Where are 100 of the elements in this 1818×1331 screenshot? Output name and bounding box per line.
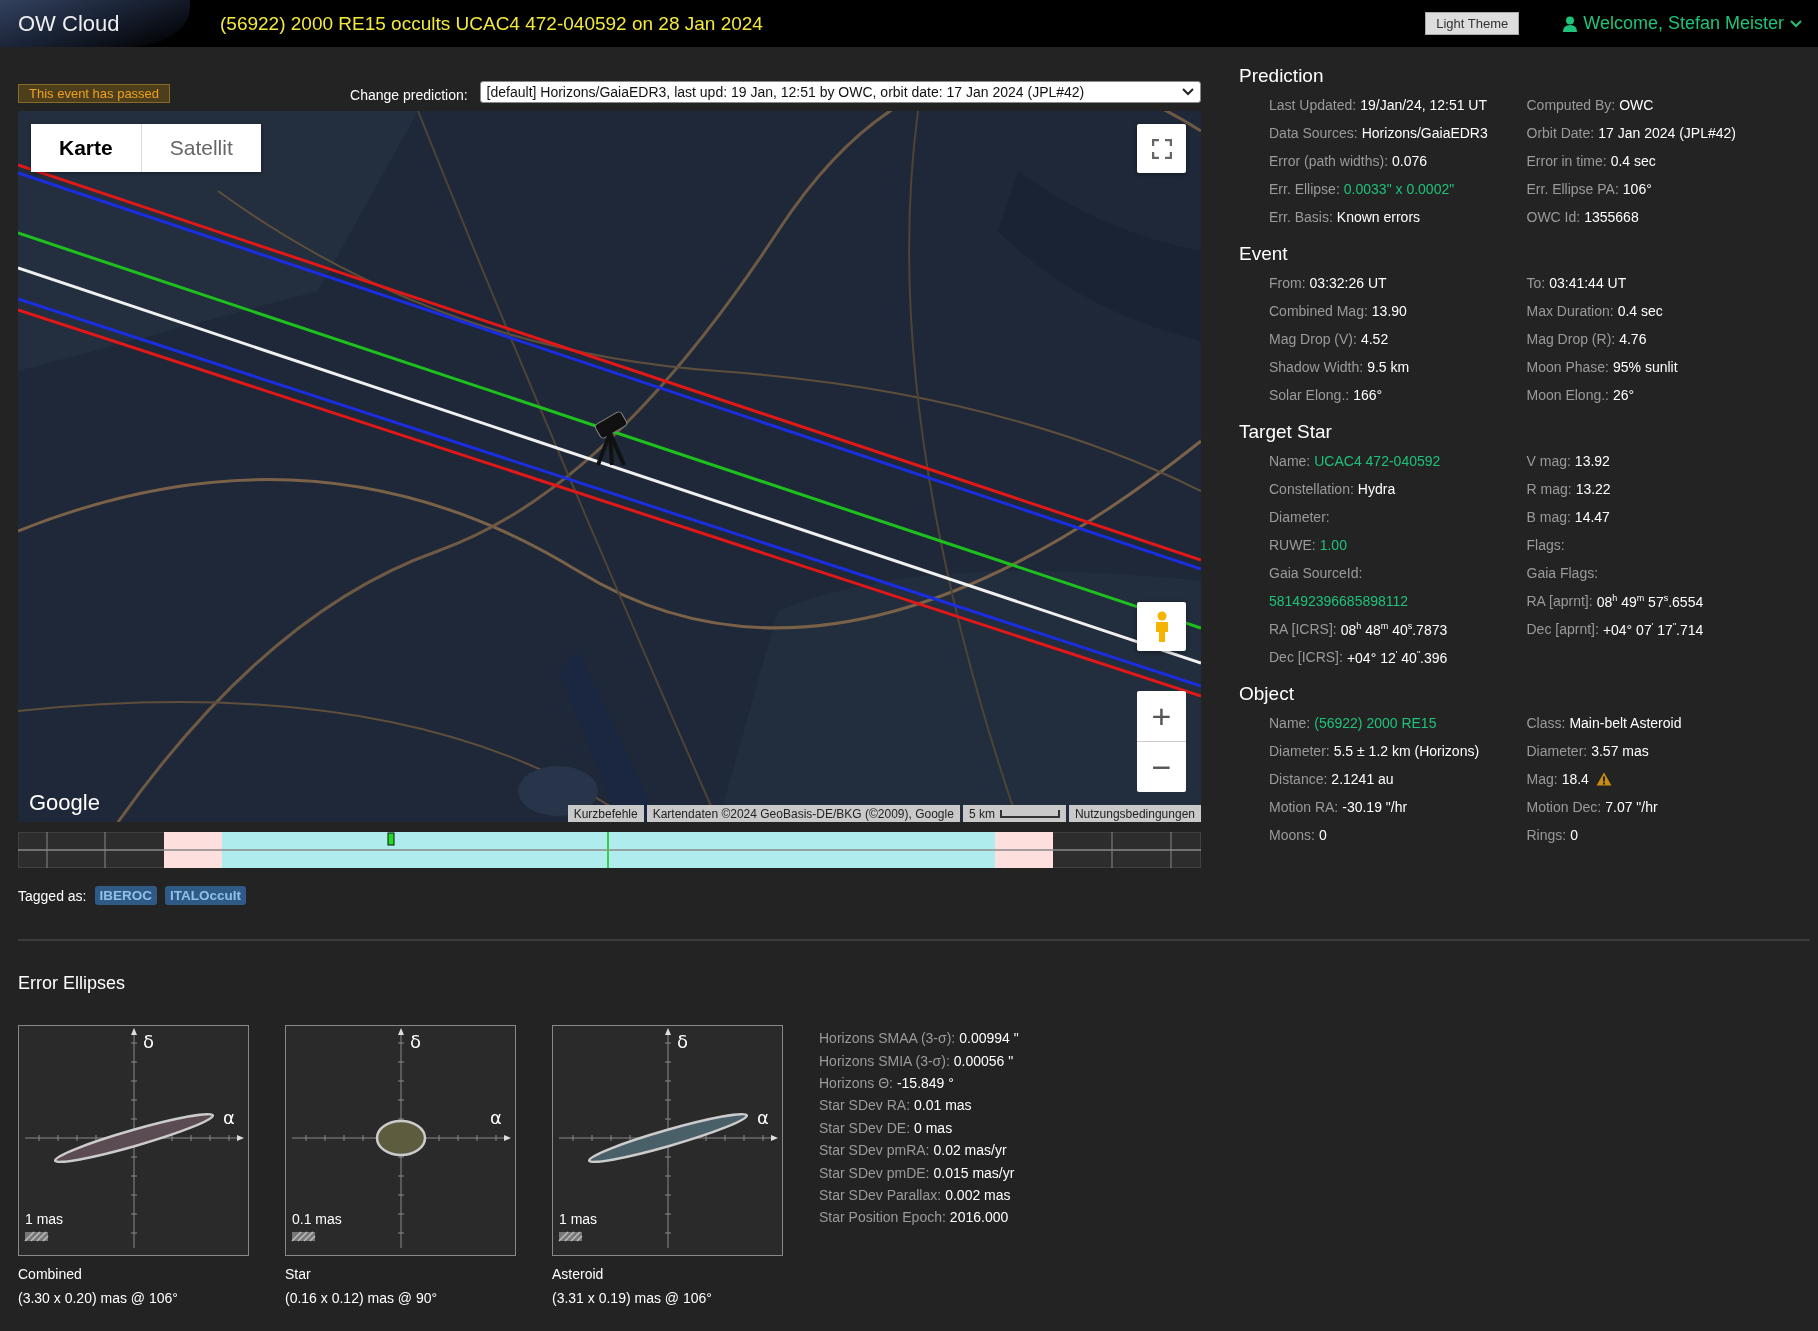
field-label: Motion RA: (1269, 799, 1339, 815)
field-label: Star SDev DE: (819, 1119, 911, 1136)
field-label: Diameter: (1526, 743, 1588, 759)
field-label: Data Sources: (1269, 125, 1358, 141)
field-label: Error in time: (1526, 153, 1607, 169)
field-label: Horizons SMIA (3-σ): (819, 1052, 950, 1069)
caret-icon (1790, 19, 1802, 28)
field-link[interactable]: 0.0033" x 0.0002" (1343, 181, 1455, 197)
field-label: V mag: (1526, 453, 1571, 469)
section-heading: Object (1239, 682, 1295, 706)
prediction-select[interactable]: [default] Horizons/GaiaEDR3, last upd: 19 Jan, 12:51 by OWC, orbit date: 17 Jan 2024 (JPL#42) (479, 81, 1201, 103)
field-value: 03:41:44 UT (1549, 275, 1627, 291)
field-label: Err. Basis: (1269, 209, 1333, 225)
field-label: Horizons SMAA (3-σ): (819, 1030, 956, 1047)
field-label: Diameter: (1269, 509, 1330, 525)
field-value: 0 (1318, 827, 1327, 843)
zoom-out-button[interactable]: − (1137, 741, 1186, 792)
map-logo: Google (29, 790, 100, 816)
section-heading: Target Star (1239, 420, 1333, 444)
user-menu[interactable]: Welcome, Stefan Meister (1563, 13, 1802, 34)
field-label: Solar Elong.: (1269, 387, 1350, 403)
zoom-in-button[interactable]: + (1137, 691, 1186, 741)
field-value: 95% sunlit (1613, 359, 1678, 375)
field-value: 2.1241 au (1331, 771, 1394, 787)
plot-dimensions: (0.16 x 0.12) mas @ 90° (285, 1290, 439, 1306)
map-attribution: Kartendaten ©2024 GeoBasis-DE/BKG (©2009), Google (646, 805, 960, 822)
field-label: Mag Drop (R): (1526, 331, 1616, 347)
field-label: OWC Id: (1526, 209, 1581, 225)
field-value: 0.015 mas/yr (933, 1164, 1015, 1181)
field-value: 03:32:26 UT (1309, 275, 1387, 291)
app-logo[interactable]: OW Cloud (0, 0, 190, 47)
field-link[interactable]: 1.00 (1319, 537, 1347, 553)
field-label: Gaia Flags: (1526, 565, 1599, 581)
field-value: 0.4 sec (1617, 303, 1663, 319)
section-heading: Prediction (1239, 64, 1325, 88)
field-value: 0.4 sec (1610, 153, 1656, 169)
field-label: Star Position Epoch: (819, 1209, 946, 1226)
axis-label: α (490, 1107, 502, 1128)
map-link[interactable]: Nutzungsbedingungen (1068, 805, 1201, 822)
field-value: 26° (1613, 387, 1635, 403)
theme-button[interactable]: Light Theme (1425, 12, 1520, 35)
field-value: 5.5 ± 1.2 km (Horizons) (1333, 743, 1480, 759)
field-link[interactable]: 581492396685898112 (1269, 593, 1409, 609)
fullscreen-button[interactable] (1137, 124, 1186, 173)
field-label: RA [ICRS]: (1269, 621, 1337, 637)
field-label: RUWE: (1269, 537, 1316, 553)
field-label: Orbit Date: (1526, 125, 1595, 141)
scale-label: 1 mas (559, 1211, 598, 1227)
field-label: Change prediction: (350, 87, 468, 103)
field-value: 166° (1353, 387, 1383, 403)
field-value: +04° 07$^{'}$ 17$^{"}$.714 (1602, 620, 1704, 638)
field-label: Mag Drop (V): (1269, 331, 1357, 347)
field-value: 0 mas (914, 1119, 953, 1136)
field-value: 13.92 (1574, 453, 1610, 469)
tag[interactable]: ITALOccult (165, 886, 247, 905)
axis-label: α (223, 1107, 235, 1128)
map-type-tab[interactable]: Karte (31, 124, 141, 172)
field-value: 0.00056 " (953, 1052, 1014, 1069)
field-label: Star SDev pmDE: (819, 1164, 930, 1181)
fullscreen-icon (1151, 138, 1172, 159)
field-value: +04° 12$^{'}$ 40$^{"}$.396 (1346, 648, 1448, 666)
field-value: Hydra (1357, 481, 1396, 497)
map-type-tab[interactable]: Satellit (140, 124, 261, 172)
field-label: Error (path widths): (1269, 153, 1389, 169)
field-value: 0.02 mas/yr (933, 1142, 1007, 1159)
field-link[interactable]: UCAC4 472-040592 (1314, 453, 1441, 469)
field-value: 08$^{h}$ 49$^{m}$ 57$^{s}$.6554 (1596, 592, 1704, 610)
map-link[interactable]: Kurzbefehle (567, 805, 644, 822)
tags-label: Tagged as: (18, 887, 87, 904)
field-value: 0 (1570, 827, 1578, 843)
scale-label: 5 km (968, 806, 995, 821)
field-value: 4.52 (1360, 331, 1389, 347)
field-value: 0.00994 " (959, 1030, 1019, 1047)
user-icon (1563, 15, 1578, 32)
caret-icon (1182, 88, 1194, 96)
field-label: From: (1269, 275, 1306, 291)
tag[interactable]: IBEROC (94, 886, 157, 905)
field-label: Star SDev RA: (819, 1097, 911, 1114)
plot-caption: Star (285, 1265, 312, 1284)
plot-dimensions: (3.31 x 0.19) mas @ 106° (552, 1290, 713, 1306)
field-value: 13.90 (1371, 303, 1407, 319)
scale-label: 0.1 mas (292, 1211, 342, 1227)
field-value: 1355668 (1584, 209, 1639, 225)
field-value: 14.47 (1574, 509, 1610, 525)
field-label: To: (1526, 275, 1546, 291)
field-value: 0.076 (1392, 153, 1428, 169)
field-value: 2016.000 (949, 1209, 1009, 1226)
field-label: Moon Elong.: (1526, 387, 1609, 403)
field-value: OWC (1619, 97, 1654, 113)
axis-label: δ (410, 1031, 421, 1052)
axis-label: α (757, 1107, 769, 1128)
field-value: 13.22 (1575, 481, 1611, 497)
field-label: Gaia SourceId: (1269, 565, 1363, 581)
field-label: Err. Ellipse: (1269, 181, 1340, 197)
field-label: Err. Ellipse PA: (1526, 181, 1619, 197)
scale-swatch-icon (24, 1231, 49, 1242)
field-link[interactable]: (56922) 2000 RE15 (1314, 715, 1437, 731)
field-label: Constellation: (1269, 481, 1354, 497)
field-value: Known errors (1336, 209, 1421, 225)
field-value: -15.849 ° (896, 1074, 954, 1091)
